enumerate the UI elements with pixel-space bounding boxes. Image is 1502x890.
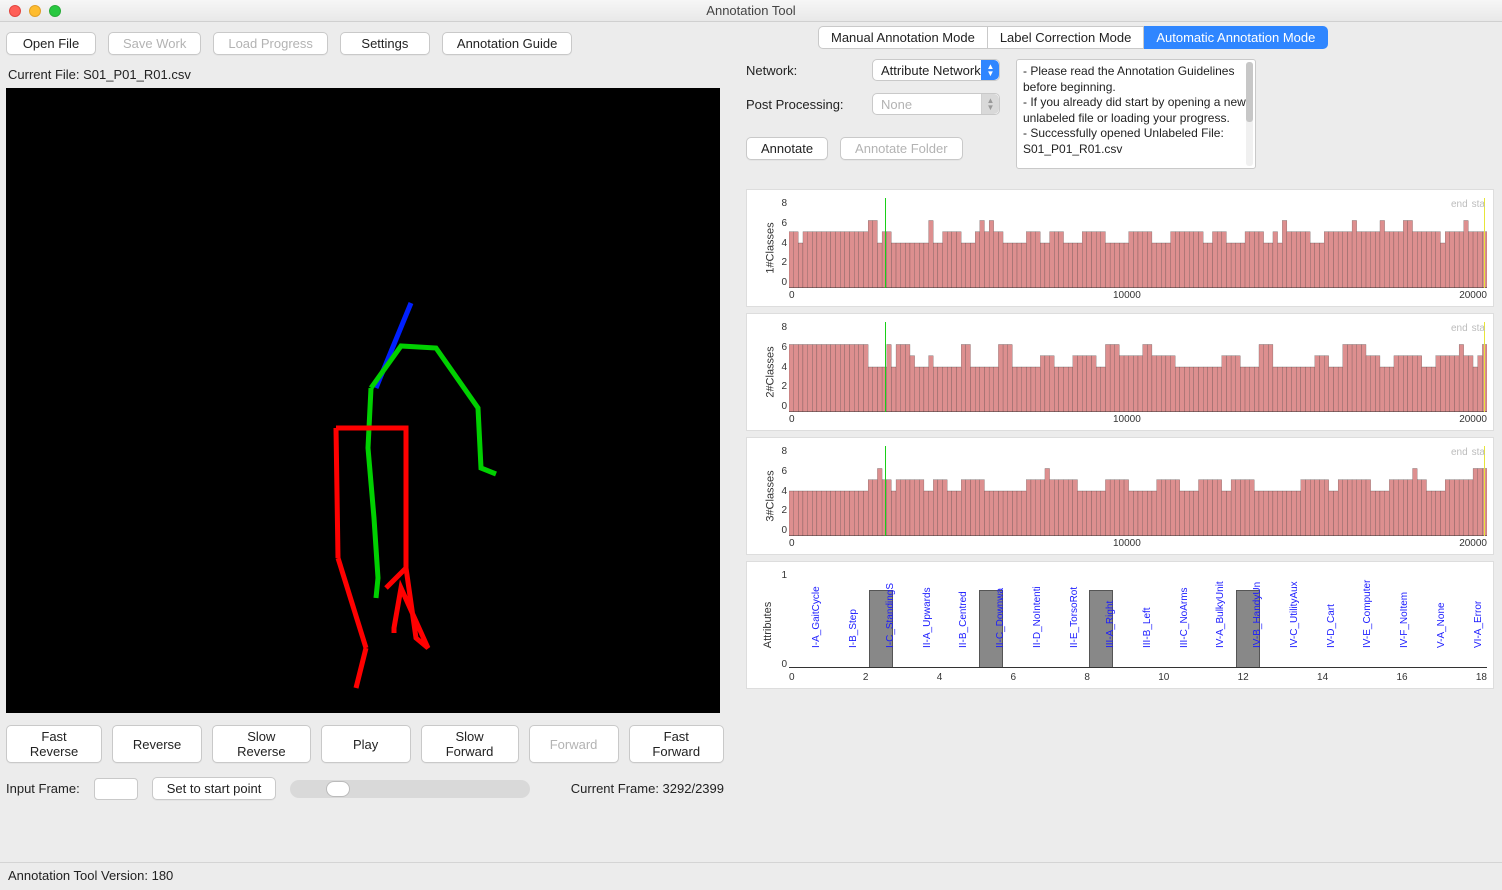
annotate-folder-button[interactable]: Annotate Folder: [840, 137, 963, 160]
tab-auto[interactable]: Automatic Annotation Mode: [1144, 26, 1328, 49]
window-titlebar: Annotation Tool: [0, 0, 1502, 22]
tab-correction[interactable]: Label Correction Mode: [988, 26, 1145, 49]
open-file-button[interactable]: Open File: [6, 32, 96, 55]
chart-Attributes: Attributes10I-A_GaitCycleI-B_StepI-C_Sta…: [746, 561, 1494, 689]
post-processing-label: Post Processing:: [746, 97, 856, 112]
reverse-button[interactable]: Reverse: [112, 725, 202, 763]
set-start-button[interactable]: Set to start point: [152, 777, 277, 800]
slow-forward-button[interactable]: Slow Forward: [421, 725, 519, 763]
annotation-guide-button[interactable]: Annotation Guide: [442, 32, 572, 55]
frame-bar: Input Frame: Set to start point Current …: [6, 777, 724, 800]
annotate-button[interactable]: Annotate: [746, 137, 828, 160]
frame-slider[interactable]: [290, 780, 530, 798]
current-file-name: S01_P01_R01.csv: [83, 67, 191, 82]
chevron-updown-icon: ▲▼: [981, 60, 999, 80]
tab-manual[interactable]: Manual Annotation Mode: [818, 26, 988, 49]
scrollbar[interactable]: [1246, 62, 1253, 166]
current-file-prefix: Current File:: [8, 67, 83, 82]
settings-button[interactable]: Settings: [340, 32, 430, 55]
slider-thumb-icon[interactable]: [326, 781, 350, 797]
network-select[interactable]: Attribute Network ▲▼: [872, 59, 1000, 81]
skeleton-viewer[interactable]: [6, 88, 720, 713]
current-frame-label: Current Frame: 3292/2399: [571, 781, 724, 796]
save-work-button[interactable]: Save Work: [108, 32, 201, 55]
playback-toolbar: Fast Reverse Reverse Slow Reverse Play S…: [6, 725, 724, 763]
version-label: Annotation Tool Version: 180: [8, 868, 173, 883]
log-panel[interactable]: - Please read the Annotation Guidelines …: [1016, 59, 1256, 169]
fast-forward-button[interactable]: Fast Forward: [629, 725, 724, 763]
main-toolbar: Open File Save Work Load Progress Settin…: [6, 32, 724, 55]
post-processing-select[interactable]: None ▲▼: [872, 93, 1000, 115]
scroll-thumb-icon[interactable]: [1246, 62, 1253, 122]
chevron-updown-icon: ▲▼: [981, 94, 999, 114]
input-frame-label: Input Frame:: [6, 781, 80, 796]
chart-1#Classes: 1#Classes86420endsta01000020000: [746, 189, 1494, 307]
chart-3#Classes: 3#Classes86420endsta01000020000: [746, 437, 1494, 555]
window-title: Annotation Tool: [0, 3, 1502, 18]
play-button[interactable]: Play: [321, 725, 411, 763]
post-processing-value: None: [881, 97, 981, 112]
forward-button[interactable]: Forward: [529, 725, 619, 763]
fast-reverse-button[interactable]: Fast Reverse: [6, 725, 102, 763]
chart-2#Classes: 2#Classes86420endsta01000020000: [746, 313, 1494, 431]
statusbar: Annotation Tool Version: 180: [0, 862, 1502, 890]
input-frame-field[interactable]: [94, 778, 138, 800]
slow-reverse-button[interactable]: Slow Reverse: [212, 725, 311, 763]
current-file-label: Current File: S01_P01_R01.csv: [8, 67, 724, 82]
network-label: Network:: [746, 63, 856, 78]
mode-tabs: Manual Annotation Mode Label Correction …: [818, 26, 1494, 49]
load-progress-button[interactable]: Load Progress: [213, 32, 328, 55]
network-select-value: Attribute Network: [881, 63, 981, 78]
